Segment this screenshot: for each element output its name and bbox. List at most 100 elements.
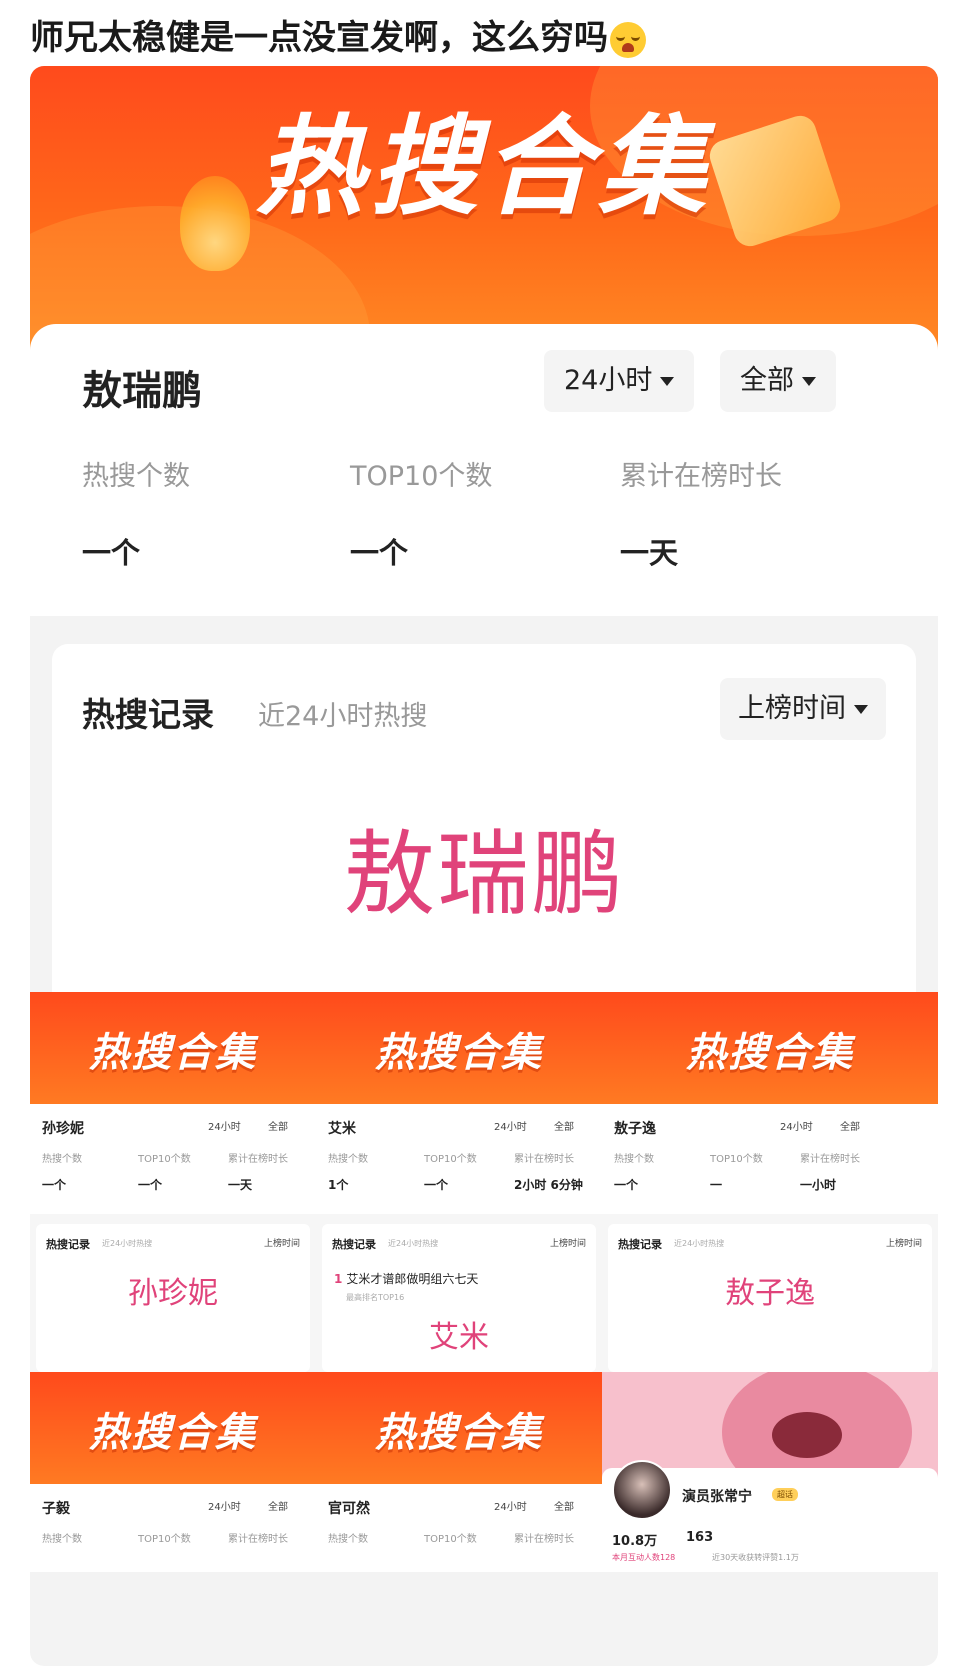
profile-footer-right: 近30天收获转评赞1.1万 xyxy=(712,1553,799,1562)
caret-down-icon xyxy=(854,705,868,714)
screenshot-frame: 热搜合集 敖瑞鹏 24小时 全部 热搜个数 TOP10个数 累计在榜时长 一个 … xyxy=(30,66,938,1666)
time-filter-dropdown[interactable]: 24小时 xyxy=(544,350,695,412)
mini-label: TOP10个数 xyxy=(710,1154,763,1165)
mini-big-name: 艾米 xyxy=(429,1320,489,1355)
profile-badge: 超话 xyxy=(772,1488,798,1501)
mini-value: 1个 xyxy=(328,1178,349,1192)
mini-screenshot-5: 热搜合集 官可然 24小时 全部 热搜个数 TOP10个数 累计在榜时长 xyxy=(316,1372,602,1572)
mini-name: 艾米 xyxy=(328,1121,356,1137)
mini-scope-filter: 全部 xyxy=(840,1122,860,1133)
profile-footer-left: 本月互动人数128 xyxy=(612,1553,676,1562)
mini-value: 一个 xyxy=(614,1178,639,1192)
summary-card: 敖瑞鹏 24小时 全部 热搜个数 TOP10个数 累计在榜时长 一个 一个 一天 xyxy=(30,324,938,616)
banner-title: 热搜合集 xyxy=(255,105,712,230)
mini-screenshot-4: 热搜合集 子毅 24小时 全部 热搜个数 TOP10个数 累计在榜时长 xyxy=(30,1372,316,1572)
time-filter-label: 24小时 xyxy=(564,365,653,396)
mini-records-subtitle: 近24小时热搜 xyxy=(674,1239,725,1248)
mini-summary: 孙珍妮 24小时 全部 热搜个数 TOP10个数 累计在榜时长 一个 一个 一天 xyxy=(30,1104,316,1214)
scope-filter-label: 全部 xyxy=(740,365,794,396)
mini-screenshot-1: 热搜合集 孙珍妮 24小时 全部 热搜个数 TOP10个数 累计在榜时长 一个 … xyxy=(30,992,316,1372)
mini-value: 一个 xyxy=(138,1178,163,1192)
mini-banner: 热搜合集 xyxy=(30,1372,316,1484)
mini-banner-title: 热搜合集 xyxy=(375,1030,543,1076)
mini-time-filter: 24小时 xyxy=(208,1122,241,1133)
records-subtitle: 近24小时热搜 xyxy=(258,701,428,732)
mini-scope-filter: 全部 xyxy=(268,1502,288,1513)
stat-label-hot-count: 热搜个数 xyxy=(82,461,190,492)
mini-time-filter: 24小时 xyxy=(780,1122,813,1133)
mini-banner: 热搜合集 xyxy=(602,992,938,1104)
mini-value: 2小时 6分钟 xyxy=(514,1178,583,1192)
mini-label: 热搜个数 xyxy=(328,1154,368,1165)
mini-screenshot-3: 热搜合集 敖子逸 24小时 全部 热搜个数 TOP10个数 累计在榜时长 一个 … xyxy=(602,992,938,1372)
records-card: 热搜记录 近24小时热搜 上榜时间 敖瑞鹏 xyxy=(52,644,916,1024)
mini-banner-title: 热搜合集 xyxy=(375,1410,543,1456)
mini-banner: 热搜合集 xyxy=(316,1372,602,1484)
mini-big-name: 敖子逸 xyxy=(725,1276,815,1311)
mini-scope-filter: 全部 xyxy=(554,1122,574,1133)
mini-record-rank: 1 xyxy=(334,1272,343,1286)
mini-label: TOP10个数 xyxy=(138,1534,191,1545)
mini-name: 子毅 xyxy=(42,1501,70,1517)
mini-value: 一小时 xyxy=(800,1178,837,1192)
mini-label: 热搜个数 xyxy=(42,1154,82,1165)
mini-value: 一 xyxy=(710,1178,723,1192)
mini-time-filter: 24小时 xyxy=(494,1502,527,1513)
mini-record-text: 艾米才谱郎做明组六七天 xyxy=(346,1272,479,1286)
records-title: 热搜记录 xyxy=(82,695,214,734)
mini-label: TOP10个数 xyxy=(424,1534,477,1545)
mini-label: 累计在榜时长 xyxy=(514,1154,574,1165)
mini-records: 热搜记录 近24小时热搜 上榜时间 1 艾米才谱郎做明组六七天 最高排名TOP16… xyxy=(322,1224,596,1372)
mini-scope-filter: 全部 xyxy=(554,1502,574,1513)
mini-records-title: 热搜记录 xyxy=(46,1238,90,1251)
mini-records-sort: 上榜时间 xyxy=(885,1239,922,1249)
stat-label-duration: 累计在榜时长 xyxy=(620,461,782,492)
caret-down-icon xyxy=(802,377,816,386)
sort-dropdown[interactable]: 上榜时间 xyxy=(720,678,886,740)
mini-banner: 热搜合集 xyxy=(316,992,602,1104)
mini-scope-filter: 全部 xyxy=(268,1122,288,1133)
mini-label: 累计在榜时长 xyxy=(800,1154,860,1165)
mini-label: 热搜个数 xyxy=(328,1534,368,1545)
mini-label: TOP10个数 xyxy=(138,1154,191,1165)
mini-banner-title: 热搜合集 xyxy=(686,1030,854,1076)
scope-filter-dropdown[interactable]: 全部 xyxy=(720,350,836,412)
profile-name: 演员张常宁 xyxy=(682,1489,752,1505)
mini-label: 累计在榜时长 xyxy=(228,1534,288,1545)
loudly-crying-face-icon xyxy=(610,21,646,58)
stat-value-duration: 一天 xyxy=(620,536,679,570)
mini-record-entry: 1 艾米才谱郎做明组六七天 xyxy=(334,1270,478,1287)
mini-value: 一个 xyxy=(424,1178,449,1192)
mini-value: 一个 xyxy=(42,1178,67,1192)
mini-records-subtitle: 近24小时热搜 xyxy=(388,1239,439,1248)
mini-label: TOP10个数 xyxy=(424,1154,477,1165)
mini-records-sort: 上榜时间 xyxy=(549,1239,586,1249)
bear-nose xyxy=(772,1412,842,1458)
mini-time-filter: 24小时 xyxy=(494,1122,527,1133)
mini-name: 孙珍妮 xyxy=(42,1121,84,1137)
mini-records-title: 热搜记录 xyxy=(618,1238,662,1251)
caption-text: 师兄太稳健是一点没宣发啊，这么穷吗 xyxy=(30,18,608,58)
sort-label: 上榜时间 xyxy=(738,693,846,724)
post-caption: 师兄太稳健是一点没宣发啊，这么穷吗 xyxy=(30,14,646,62)
profile-fans: 10.8万 xyxy=(612,1534,658,1549)
stat-value-top10: 一个 xyxy=(350,536,409,570)
mini-records-title: 热搜记录 xyxy=(332,1238,376,1251)
celebrity-name: 敖瑞鹏 xyxy=(80,358,204,416)
avatar xyxy=(612,1460,672,1520)
mini-banner: 热搜合集 xyxy=(30,992,316,1104)
hot-search-banner: 热搜合集 xyxy=(30,66,938,356)
profile-count: 163 xyxy=(686,1530,714,1545)
mini-value: 一天 xyxy=(228,1178,253,1192)
mini-records: 热搜记录 近24小时热搜 上榜时间 敖子逸 xyxy=(608,1224,932,1372)
mini-big-name: 孙珍妮 xyxy=(128,1276,218,1311)
mini-banner-title: 热搜合集 xyxy=(89,1410,257,1456)
mini-time-filter: 24小时 xyxy=(208,1502,241,1513)
caret-down-icon xyxy=(660,377,675,386)
mini-name: 敖子逸 xyxy=(614,1121,656,1137)
records-big-name: 敖瑞鹏 xyxy=(342,821,625,928)
mini-banner-title: 热搜合集 xyxy=(89,1030,257,1076)
stat-label-top10: TOP10个数 xyxy=(350,461,493,492)
mini-record-subtext: 最高排名TOP16 xyxy=(346,1293,405,1302)
mini-label: 热搜个数 xyxy=(614,1154,654,1165)
